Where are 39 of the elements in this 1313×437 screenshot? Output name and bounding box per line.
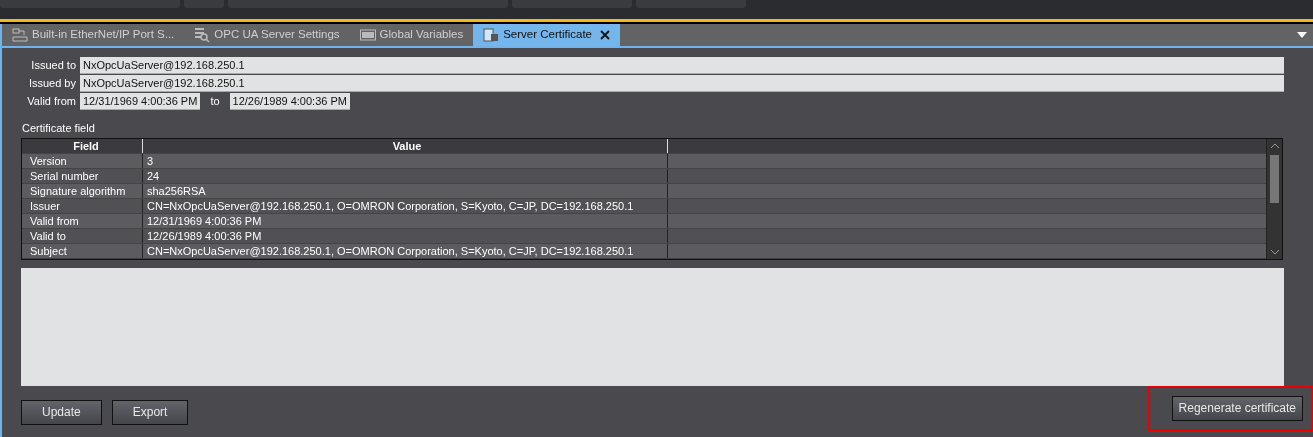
tab[interactable]: Built-in EtherNet/IP Port S... [2, 24, 185, 46]
date-field[interactable]: 12/26/1989 4:00:36 PM [229, 92, 350, 110]
field-label: Valid from [26, 93, 77, 109]
tab-icon [359, 27, 376, 43]
table-cell: Version [22, 153, 143, 168]
text-field[interactable]: NxOpcUaServer@192.168.250.1 [80, 56, 1284, 74]
tab[interactable]: Server Certificate [473, 24, 620, 46]
table-cell: Serial number [22, 168, 143, 183]
text-field[interactable]: NxOpcUaServer@192.168.250.1 [80, 74, 1284, 92]
column-header[interactable]: Value [143, 138, 668, 153]
table-cell: sha256RSA [143, 183, 668, 198]
table-cell: Valid from [22, 213, 143, 228]
tab[interactable]: OPC UA Server Settings [184, 24, 350, 46]
tab-icon [12, 27, 28, 43]
field-label: to [210, 93, 220, 109]
date-field[interactable]: 12/31/1969 4:00:36 PM [80, 92, 201, 110]
tab[interactable]: Global Variables [349, 24, 474, 46]
field-label: Issued to [30, 57, 77, 73]
table-cell: Issuer [22, 198, 143, 213]
table-cell: CN=NxOpcUaServer@192.168.250.1, O=OMRON Corporation, S=Kyoto, C=JP, DC=192.168.250.1 [143, 198, 668, 213]
button[interactable]: Regenerate certificate [1171, 395, 1303, 421]
tab-icon [194, 27, 211, 43]
table-cell: Signature algorithm [22, 183, 143, 198]
table-cell: Subject [22, 243, 143, 258]
scrollbar-thumb[interactable] [1270, 154, 1279, 203]
button[interactable]: Export [111, 399, 189, 425]
column-header[interactable]: Field [22, 138, 143, 153]
table-cell: 12/31/1969 4:00:36 PM [143, 213, 668, 228]
table-cell: Valid to [22, 228, 143, 243]
tab-icon [483, 27, 500, 43]
button[interactable]: Update [21, 399, 102, 425]
table-cell: 12/26/1989 4:00:36 PM [143, 228, 668, 243]
table-cell: 3 [143, 153, 668, 168]
table-cell: 24 [143, 168, 668, 183]
field-label: Issued by [27, 75, 77, 91]
close-icon[interactable] [600, 30, 610, 40]
table-cell: CN=NxOpcUaServer@192.168.250.1, O=OMRON Corporation, S=Kyoto, C=JP, DC=192.168.250.1 [143, 243, 668, 258]
dropdown-icon[interactable] [1297, 32, 1307, 38]
section-label: Certificate field [22, 121, 95, 136]
